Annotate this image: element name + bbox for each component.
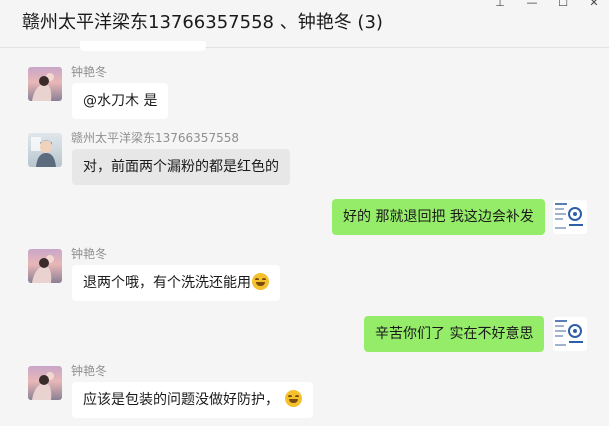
message-text: @水刀木 是 bbox=[83, 93, 158, 109]
message-bubble[interactable]: 退两个哦，有个洗洗还能用 bbox=[72, 265, 280, 301]
minimize-icon[interactable]: — bbox=[524, 0, 540, 10]
avatar[interactable] bbox=[28, 249, 62, 283]
close-icon[interactable]: ✕ bbox=[586, 0, 602, 10]
message-bubble[interactable]: 辛苦你们了 实在不好意思 bbox=[364, 316, 545, 352]
message-text: 退两个哦，有个洗洗还能用 bbox=[83, 275, 251, 291]
grin-sweat-emoji-icon bbox=[252, 273, 269, 290]
chat-title: 赣州太平洋梁东13766357558 、钟艳冬 (3) bbox=[22, 12, 383, 33]
maximize-icon[interactable]: ☐ bbox=[555, 0, 571, 10]
avatar-image bbox=[553, 200, 587, 234]
message-text: 好的 那就退回把 我这边会补发 bbox=[343, 209, 534, 225]
my-avatar[interactable] bbox=[553, 317, 587, 351]
message-text: 对，前面两个漏粉的都是红色的 bbox=[83, 159, 279, 175]
avatar[interactable] bbox=[28, 366, 62, 400]
chat-message-list[interactable]: 钟艳冬 @水刀木 是 赣州太平洋梁东13766357558 对，前面两个漏粉的都… bbox=[0, 49, 609, 426]
avatar-image bbox=[28, 133, 62, 167]
grin-sweat-emoji-icon bbox=[285, 390, 302, 407]
message-bubble[interactable]: 好的 那就退回把 我这边会补发 bbox=[332, 199, 545, 235]
message-text: 应该是包装的问题没做好防护， bbox=[83, 392, 279, 408]
avatar[interactable] bbox=[28, 133, 62, 167]
avatar-image bbox=[28, 366, 62, 400]
sender-name: 钟艳冬 bbox=[71, 65, 108, 79]
sender-name: 钟艳冬 bbox=[71, 247, 108, 261]
pin-icon[interactable]: ⊥ bbox=[492, 0, 508, 10]
avatar-image bbox=[553, 317, 587, 351]
message-text: 辛苦你们了 实在不好意思 bbox=[375, 326, 534, 342]
avatar-image bbox=[28, 67, 62, 101]
sender-name: 钟艳冬 bbox=[71, 364, 108, 378]
avatar-image bbox=[28, 249, 62, 283]
message-bubble[interactable]: 应该是包装的问题没做好防护， bbox=[72, 382, 313, 418]
message-bubble[interactable]: @水刀木 是 bbox=[72, 83, 169, 119]
my-avatar[interactable] bbox=[553, 200, 587, 234]
sender-name: 赣州太平洋梁东13766357558 bbox=[71, 131, 239, 145]
avatar[interactable] bbox=[28, 67, 62, 101]
message-bubble[interactable]: 对，前面两个漏粉的都是红色的 bbox=[72, 149, 290, 185]
